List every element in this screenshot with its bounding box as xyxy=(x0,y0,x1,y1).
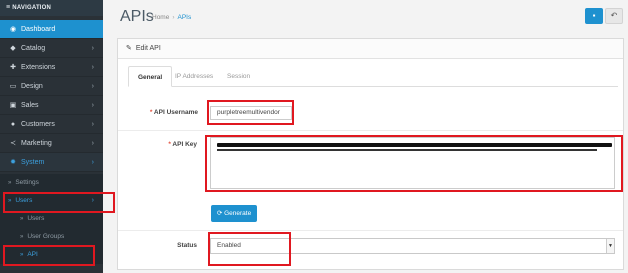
chevron-right-icon: › xyxy=(91,159,94,166)
back-icon: ↶ xyxy=(610,11,618,20)
cog-icon: ✹ xyxy=(10,159,16,166)
sidebar-subitem-settings[interactable]: » Settings xyxy=(0,174,103,192)
chevron-right-icon: › xyxy=(91,45,94,52)
sidebar-item-label: System xyxy=(21,159,45,166)
annotation-box-status xyxy=(208,232,291,266)
dropdown-arrow-icon: ▼ xyxy=(606,239,614,253)
sidebar-subitem-user-groups[interactable]: » User Groups xyxy=(0,228,103,246)
api-key-label: * API Key xyxy=(120,141,197,148)
breadcrumb: Home › APIs xyxy=(152,14,191,21)
sidebar-item-catalog[interactable]: ◆ Catalog › xyxy=(0,39,103,58)
page-title: APIs xyxy=(120,8,154,25)
sidebar-item-label: Customers xyxy=(21,121,55,128)
sidebar-item-label: Extensions xyxy=(21,64,56,71)
tag-icon: ◆ xyxy=(10,45,16,52)
user-icon: ● xyxy=(10,121,16,128)
sidebar-item-dashboard[interactable]: ◉ Dashboard xyxy=(0,20,103,39)
panel-heading: ✎ Edit API xyxy=(118,39,623,59)
chevron-right-icon: › xyxy=(91,64,94,71)
dashboard-icon: ◉ xyxy=(9,26,17,33)
bullet-icon: » xyxy=(20,234,24,240)
sidebar-item-customers[interactable]: ● Customers › xyxy=(0,115,103,134)
share-icon: ≺ xyxy=(10,140,16,147)
sidebar-item-label: Settings xyxy=(15,179,39,186)
chevron-right-icon: › xyxy=(91,140,94,147)
tab-bar: General IP Addresses Session xyxy=(128,66,618,87)
generate-button[interactable]: ⟳ Generate xyxy=(211,205,257,222)
tab-general[interactable]: General xyxy=(128,66,173,87)
cart-icon: ▣ xyxy=(9,102,17,109)
sidebar-item-label: Design xyxy=(21,83,43,90)
save-button[interactable]: ▪ xyxy=(585,8,603,24)
sidebar-item-sales[interactable]: ▣ Sales › xyxy=(0,96,103,115)
sidebar: ≡ NAVIGATION ◉ Dashboard ◆ Catalog › ✚ Exten… xyxy=(0,0,103,273)
generate-button-label: Generate xyxy=(224,210,252,217)
annotation-box-username xyxy=(207,100,294,125)
sidebar-item-system[interactable]: ✹ System › xyxy=(0,153,103,172)
chevron-right-icon: › xyxy=(91,83,94,90)
sidebar-item-extensions[interactable]: ✚ Extensions › xyxy=(0,58,103,77)
bullet-icon: » xyxy=(8,180,12,186)
tab-ip-addresses[interactable]: IP Addresses xyxy=(175,66,213,87)
sidebar-item-label: Marketing xyxy=(21,140,52,147)
annotation-box-api-menu xyxy=(3,245,95,266)
navigation-header: ≡ NAVIGATION xyxy=(0,0,103,16)
breadcrumb-separator: › xyxy=(172,14,175,21)
refresh-icon: ⟳ xyxy=(216,210,223,217)
form-row-divider xyxy=(118,230,623,231)
breadcrumb-apis[interactable]: APIs xyxy=(178,14,192,21)
sidebar-item-design[interactable]: ▭ Design › xyxy=(0,77,103,96)
api-key-label-text: API Key xyxy=(172,141,197,148)
sidebar-item-label: Catalog xyxy=(21,45,46,52)
pencil-icon: ✎ xyxy=(126,45,132,52)
sidebar-item-marketing[interactable]: ≺ Marketing › xyxy=(0,134,103,153)
breadcrumb-home[interactable]: Home xyxy=(152,14,169,21)
sidebar-item-label: Users xyxy=(27,215,45,222)
status-label: Status xyxy=(177,242,197,249)
annotation-box-api-key xyxy=(205,135,623,192)
sidebar-item-label: Dashboard xyxy=(21,26,56,33)
navigation-title: NAVIGATION xyxy=(12,5,52,11)
puzzle-icon: ✚ xyxy=(10,64,16,71)
tab-session[interactable]: Session xyxy=(227,66,250,87)
panel-heading-text: Edit API xyxy=(135,45,161,52)
chevron-right-icon: › xyxy=(91,102,94,109)
monitor-icon: ▭ xyxy=(9,83,17,90)
chevron-right-icon: › xyxy=(91,121,94,128)
form-row-divider xyxy=(118,130,623,131)
save-icon: ▪ xyxy=(592,11,596,20)
sidebar-item-label: User Groups xyxy=(27,233,65,240)
sidebar-item-label: Sales xyxy=(21,102,39,109)
annotation-box-users-menu xyxy=(3,192,115,213)
api-username-label-text: API Username xyxy=(153,109,198,116)
api-username-label: * API Username xyxy=(120,109,198,116)
hamburger-icon[interactable]: ≡ xyxy=(6,4,10,11)
back-button[interactable]: ↶ xyxy=(605,8,623,24)
